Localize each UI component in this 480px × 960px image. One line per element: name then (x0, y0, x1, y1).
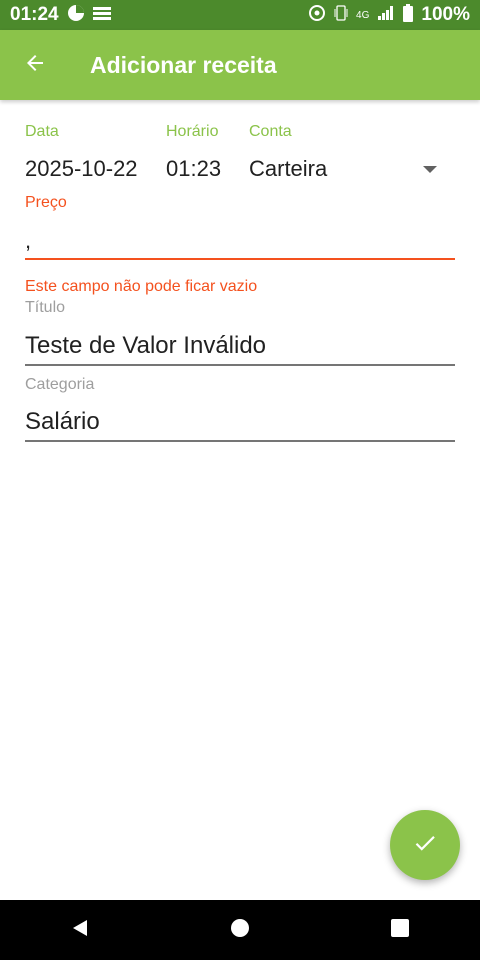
vibrate-icon (334, 4, 348, 26)
status-bar: 01:24 4G 100% (0, 0, 480, 30)
arrow-back-icon (23, 51, 47, 80)
account-select[interactable]: Carteira (249, 156, 327, 182)
signal-icon (377, 5, 395, 26)
pie-chart-icon (67, 4, 85, 27)
time-label: Horário (166, 123, 219, 140)
category-underline (25, 440, 455, 442)
nav-back-button[interactable] (50, 900, 110, 960)
app-bar: Adicionar receita (0, 30, 480, 100)
title-input[interactable]: Teste de Valor Inválido (25, 332, 266, 360)
list-icon (92, 6, 111, 25)
price-underline (25, 258, 455, 260)
battery-percent: 100% (421, 4, 470, 25)
circle-home-icon (230, 918, 250, 943)
title-label: Título (25, 299, 66, 316)
save-button[interactable] (390, 810, 460, 880)
square-recents-icon (391, 918, 409, 942)
battery-icon (403, 3, 414, 27)
title-underline (25, 364, 455, 366)
dropdown-arrow-icon[interactable] (423, 166, 437, 173)
category-label: Categoria (25, 376, 95, 393)
price-input[interactable]: , (25, 228, 31, 254)
check-icon (412, 830, 438, 861)
account-label: Conta (249, 123, 292, 140)
system-navigation-bar (0, 900, 480, 960)
sync-icon (308, 4, 326, 27)
time-field[interactable]: 01:23 (166, 156, 221, 182)
price-label: Preço (25, 194, 67, 211)
date-label: Data (25, 123, 59, 140)
triangle-back-icon (70, 918, 90, 943)
page-title: Adicionar receita (90, 51, 277, 78)
status-time: 01:24 (10, 4, 59, 25)
network-type-label: 4G (356, 9, 370, 21)
price-error-message: Este campo não pode ficar vazio (25, 278, 258, 295)
date-field[interactable]: 2025-10-22 (25, 156, 138, 182)
nav-home-button[interactable] (210, 900, 270, 960)
nav-recents-button[interactable] (370, 900, 430, 960)
back-button[interactable] (0, 30, 70, 100)
category-input[interactable]: Salário (25, 408, 100, 436)
